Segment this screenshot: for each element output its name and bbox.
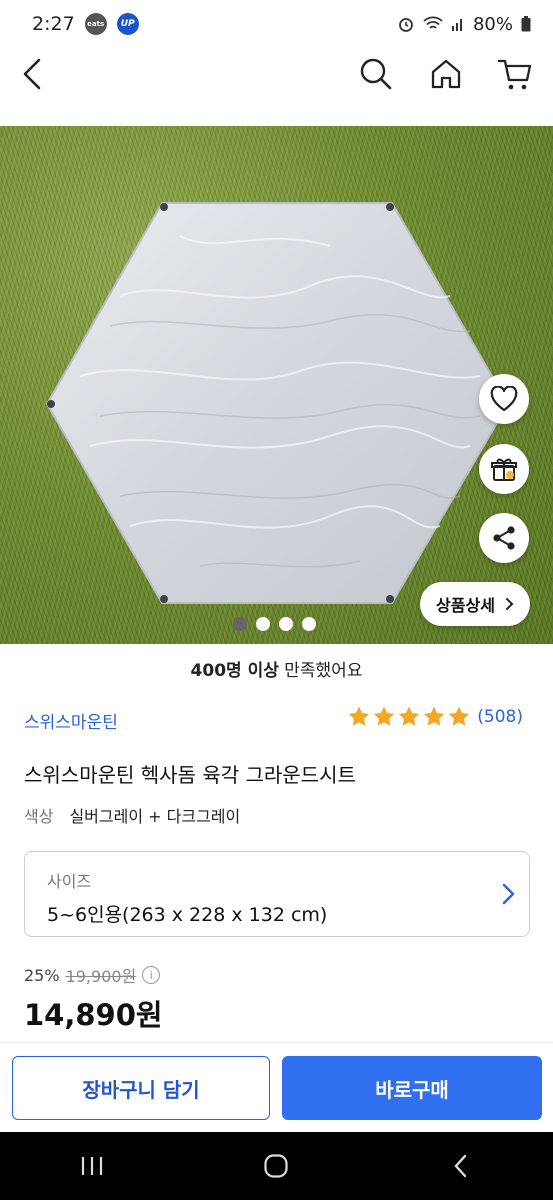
chevron-right-icon: [505, 598, 514, 610]
seller-link[interactable]: 스위스마운틴: [24, 708, 118, 733]
share-icon: [493, 526, 515, 550]
alarm-icon: [399, 18, 413, 32]
star-icon: [399, 706, 420, 726]
bottom-action-bar: 장바구니 담기 바로구매: [0, 1042, 553, 1132]
star-icon: [374, 706, 395, 726]
final-price: 14,890원: [24, 998, 163, 1032]
satisfaction-text: 만족했어요: [284, 661, 363, 681]
add-to-cart-button[interactable]: 장바구니 담기: [12, 1056, 270, 1120]
product-image-carousel[interactable]: [0, 126, 553, 644]
star-icon: [449, 706, 470, 726]
recent-apps-button[interactable]: [62, 1144, 122, 1188]
color-value: 실버그레이 + 다크그레이: [69, 807, 241, 826]
status-bar: 2:27 eats UP 80%: [0, 0, 553, 48]
size-value: 5~6인용(263 x 228 x 132 cm): [47, 904, 328, 926]
battery-icon: [521, 16, 531, 32]
wifi-icon: [423, 16, 443, 29]
original-price: 19,900원: [65, 967, 137, 986]
home-button[interactable]: [424, 52, 468, 96]
carousel-dot[interactable]: [279, 617, 293, 631]
carousel-dot[interactable]: [302, 617, 316, 631]
carousel-dot[interactable]: [233, 617, 247, 631]
back-button[interactable]: [10, 52, 54, 96]
signal-icon: [451, 19, 462, 31]
search-icon: [360, 58, 392, 90]
top-nav-bar: [0, 48, 553, 100]
eats-badge-icon: eats: [84, 13, 107, 35]
recent-apps-icon: [82, 1157, 103, 1175]
discount-row: 25% 19,900원 i: [24, 963, 161, 987]
product-detail-button[interactable]: 상품상세: [420, 582, 530, 626]
star-icon: [349, 706, 370, 726]
android-nav-bar: [0, 1132, 553, 1200]
star-rating: [347, 705, 471, 729]
cart-icon: [497, 59, 532, 90]
heart-icon: [490, 386, 518, 412]
carousel-pagination: [233, 617, 316, 631]
cart-button[interactable]: [493, 52, 537, 96]
home-nav-button[interactable]: [246, 1144, 306, 1188]
wishlist-button[interactable]: [479, 374, 529, 424]
back-icon: [23, 58, 41, 90]
color-row: 색상 실버그레이 + 다크그레이: [24, 803, 240, 827]
status-left: 2:27 eats UP: [32, 13, 139, 35]
up-badge-icon: UP: [116, 13, 139, 35]
home-icon: [431, 59, 461, 89]
gift-button[interactable]: [479, 444, 529, 494]
size-selector[interactable]: 사이즈 5~6인용(263 x 228 x 132 cm): [24, 851, 530, 937]
star-icon: [424, 706, 445, 726]
battery-level: 80%: [472, 13, 513, 35]
gift-icon: [491, 458, 517, 481]
carousel-dot[interactable]: [256, 617, 270, 631]
review-count[interactable]: (508): [477, 707, 523, 727]
satisfaction-banner: 400명 이상 만족했어요: [0, 656, 553, 681]
hexagon-groundsheet-image: [45, 202, 510, 604]
color-label: 색상: [24, 807, 54, 826]
home-circle-icon: [264, 1154, 289, 1178]
info-icon[interactable]: i: [142, 966, 161, 984]
back-nav-button[interactable]: [431, 1144, 491, 1188]
rating-summary[interactable]: (508): [347, 705, 523, 729]
search-button[interactable]: [354, 52, 398, 96]
share-button[interactable]: [479, 513, 529, 563]
chevron-right-icon: [502, 883, 515, 905]
product-detail-label: 상품상세: [436, 596, 495, 615]
back-nav-icon: [454, 1154, 467, 1178]
status-right: 80%: [397, 14, 531, 35]
discount-rate: 25%: [24, 965, 60, 985]
satisfaction-count: 400명 이상: [190, 661, 279, 681]
size-label: 사이즈: [47, 872, 92, 891]
buy-now-button[interactable]: 바로구매: [282, 1056, 542, 1120]
product-title: 스위스마운틴 헥사돔 육각 그라운드시트: [24, 763, 356, 787]
status-time: 2:27: [32, 13, 75, 35]
